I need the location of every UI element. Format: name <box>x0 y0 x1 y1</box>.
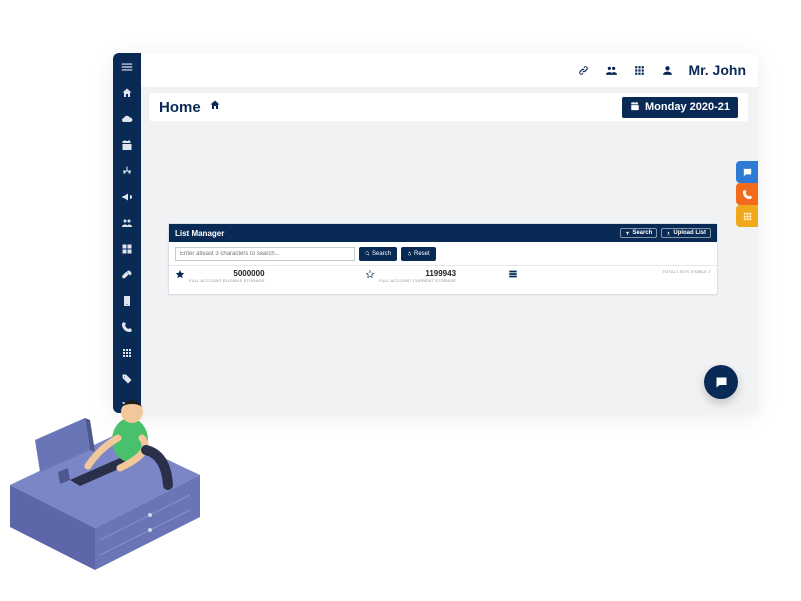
star-filled-icon <box>175 269 185 279</box>
phone-icon <box>742 189 753 200</box>
nav-calendar-icon[interactable] <box>119 137 135 153</box>
nav-shuffle-icon[interactable] <box>119 397 135 413</box>
link-icon[interactable] <box>576 63 590 77</box>
user-icon[interactable] <box>660 63 674 77</box>
date-pill-label: Monday 2020-21 <box>645 101 730 113</box>
speech-icon <box>742 167 753 178</box>
stat-total-lists: TOTAL LISTS VISIBLE T <box>555 269 711 279</box>
stat-current-storage: 1199943 FULL ACCOUNT CURRENT STORAGE <box>365 269 555 283</box>
grid-icon[interactable] <box>632 63 646 77</box>
nav-apps-icon[interactable] <box>119 345 135 361</box>
float-tab-call[interactable] <box>736 183 758 205</box>
nav-grid-icon[interactable] <box>119 241 135 257</box>
chat-icon <box>714 375 729 390</box>
float-tab-chat[interactable] <box>736 161 758 183</box>
panel-search-row: Search Reset <box>169 242 717 266</box>
date-pill[interactable]: Monday 2020-21 <box>622 97 738 118</box>
list-manager-panel: List Manager Search Upload List Search <box>168 223 718 295</box>
breadcrumb-bar: Home Monday 2020-21 <box>149 93 748 121</box>
page-title: Home <box>159 99 201 116</box>
star-outline-icon <box>365 269 375 279</box>
panel-header: List Manager Search Upload List <box>169 224 717 242</box>
panel-stats-row: 5000000 FULL ACCOUNT ELIGIBLE STORAGE 11… <box>169 266 717 294</box>
users-icon[interactable] <box>604 63 618 77</box>
list-icon <box>508 269 518 279</box>
nav-bullhorn-icon[interactable] <box>119 189 135 205</box>
float-tab-apps[interactable] <box>736 205 758 227</box>
nav-cloud-icon[interactable] <box>119 111 135 127</box>
nav-mobile-icon[interactable] <box>119 293 135 309</box>
nav-phone-icon[interactable] <box>119 319 135 335</box>
reset-button[interactable]: Reset <box>401 247 436 261</box>
nav-rocket-icon[interactable] <box>119 267 135 283</box>
upload-icon <box>666 231 671 236</box>
chat-fab[interactable] <box>704 365 738 399</box>
nav-users-icon[interactable] <box>119 215 135 231</box>
menu-icon[interactable] <box>119 59 135 75</box>
reset-icon <box>407 251 412 256</box>
funnel-icon <box>625 231 630 236</box>
panel-title: List Manager <box>175 229 224 238</box>
stat-eligible-storage: 5000000 FULL ACCOUNT ELIGIBLE STORAGE <box>175 269 365 283</box>
sidebar <box>113 53 141 413</box>
panel-action-search[interactable]: Search <box>620 228 657 238</box>
panel-action-upload[interactable]: Upload List <box>661 228 711 238</box>
nav-sitemap-icon[interactable] <box>119 163 135 179</box>
top-header: Mr. John <box>141 53 758 87</box>
apps-icon <box>742 211 753 222</box>
search-button[interactable]: Search <box>359 247 397 261</box>
home-icon[interactable] <box>209 98 221 116</box>
app-window: Mr. John Home Monday 2020-21 List Manage… <box>113 53 758 413</box>
nav-tag-icon[interactable] <box>119 371 135 387</box>
nav-home-icon[interactable] <box>119 85 135 101</box>
calendar-icon <box>630 101 640 114</box>
search-icon <box>365 251 370 256</box>
user-name-label[interactable]: Mr. John <box>688 62 746 78</box>
floating-tabs <box>736 161 758 227</box>
search-input[interactable] <box>175 247 355 261</box>
